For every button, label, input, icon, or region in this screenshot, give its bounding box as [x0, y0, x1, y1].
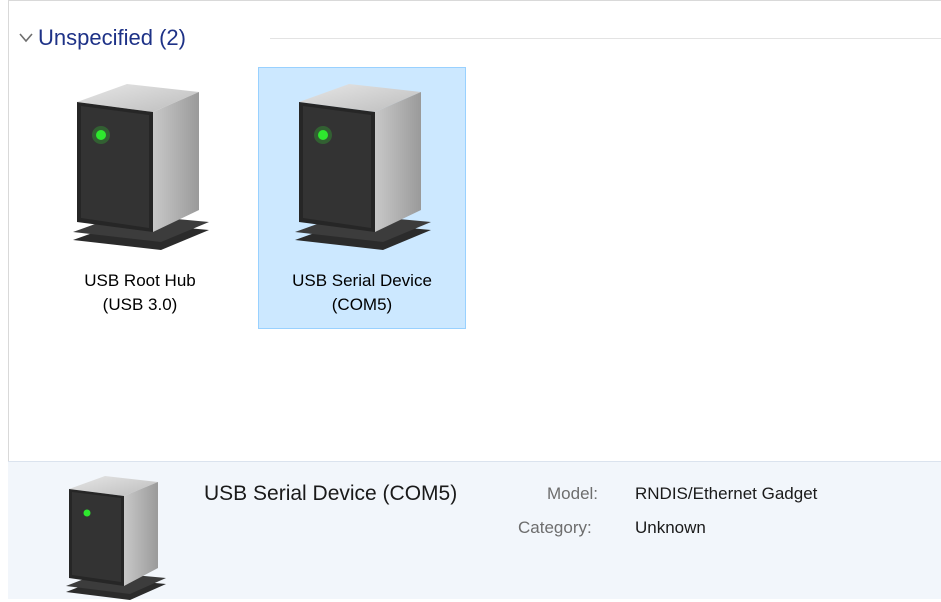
device-tower-icon — [295, 84, 431, 250]
group-header-unspecified[interactable]: Unspecified (2) — [18, 22, 186, 54]
device-label: USB Serial Device (COM5) — [259, 269, 465, 317]
device-tower-icon — [66, 476, 166, 600]
group-divider — [270, 38, 941, 39]
model-label: Model: — [547, 484, 599, 503]
device-label: USB Root Hub (USB 3.0) — [37, 269, 243, 317]
details-device-name: USB Serial Device (COM5) — [204, 482, 458, 505]
device-usb-root-hub[interactable]: USB Root Hub (USB 3.0) — [36, 67, 244, 329]
device-label-line2: (USB 3.0) — [102, 295, 178, 314]
device-label-line1: USB Serial Device — [292, 271, 432, 290]
category-label: Category: — [518, 518, 592, 537]
chevron-down-icon[interactable] — [18, 31, 34, 45]
device-usb-serial-device[interactable]: USB Serial Device (COM5) — [258, 67, 466, 329]
details-pane: USB Serial Device (COM5) Model: RNDIS/Et… — [8, 461, 941, 600]
device-label-line1: USB Root Hub — [84, 271, 196, 290]
device-tower-icon — [73, 84, 209, 250]
device-label-line2: (COM5) — [331, 295, 393, 314]
category-value: Unknown — [635, 518, 706, 537]
group-title: Unspecified (2) — [38, 25, 186, 50]
model-value: RNDIS/Ethernet Gadget — [635, 484, 818, 503]
